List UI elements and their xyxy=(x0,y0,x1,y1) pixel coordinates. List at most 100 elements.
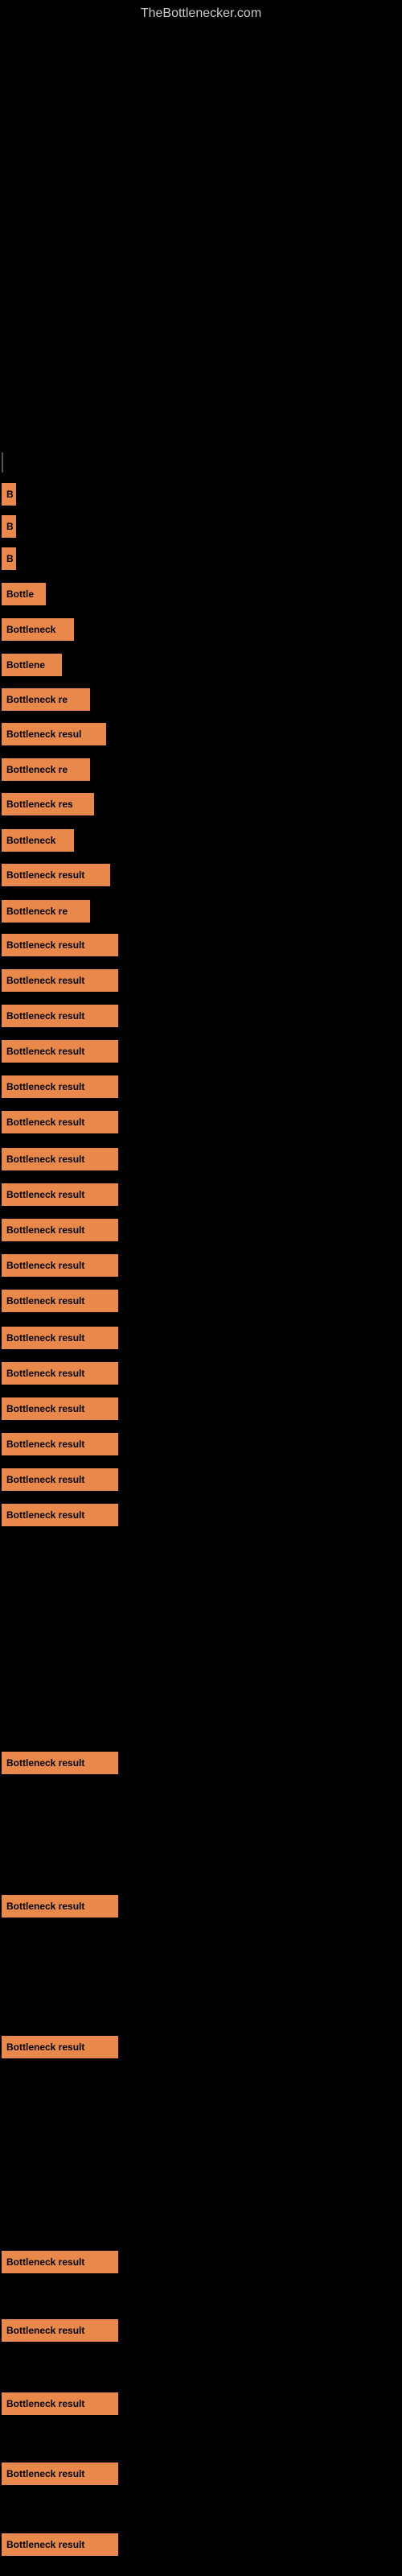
bottleneck-item-4: Bottle xyxy=(2,583,46,605)
bottleneck-bar-36: Bottleneck result xyxy=(2,2392,118,2415)
bottleneck-label-1: B xyxy=(6,489,14,500)
bottleneck-item-6: Bottlene xyxy=(2,654,62,676)
bottleneck-item-28: Bottleneck result xyxy=(2,1433,118,1455)
bottleneck-bar-30: Bottleneck result xyxy=(2,1504,118,1526)
bottleneck-bar-18: Bottleneck result xyxy=(2,1075,118,1098)
bottleneck-bar-16: Bottleneck result xyxy=(2,1005,118,1027)
bottleneck-bar-4: Bottle xyxy=(2,583,46,605)
bottleneck-label-17: Bottleneck result xyxy=(6,1046,84,1057)
bottleneck-item-20: Bottleneck result xyxy=(2,1148,118,1170)
bottleneck-bar-34: Bottleneck result xyxy=(2,2251,118,2273)
bottleneck-item-8: Bottleneck resul xyxy=(2,723,106,745)
bottleneck-label-12: Bottleneck result xyxy=(6,869,84,881)
bottleneck-item-14: Bottleneck result xyxy=(2,934,118,956)
bottleneck-label-3: B xyxy=(6,553,14,564)
bottleneck-item-29: Bottleneck result xyxy=(2,1468,118,1491)
bottleneck-label-30: Bottleneck result xyxy=(6,1509,84,1521)
bottleneck-item-12: Bottleneck result xyxy=(2,864,110,886)
left-line xyxy=(2,452,3,473)
bottleneck-item-26: Bottleneck result xyxy=(2,1362,118,1385)
bottleneck-bar-28: Bottleneck result xyxy=(2,1433,118,1455)
bottleneck-label-26: Bottleneck result xyxy=(6,1368,84,1379)
bottleneck-bar-26: Bottleneck result xyxy=(2,1362,118,1385)
bottleneck-item-7: Bottleneck re xyxy=(2,688,90,711)
bottleneck-label-19: Bottleneck result xyxy=(6,1117,84,1128)
bottleneck-label-6: Bottlene xyxy=(6,659,45,671)
bottleneck-item-30: Bottleneck result xyxy=(2,1504,118,1526)
bottleneck-bar-5: Bottleneck xyxy=(2,618,74,641)
bottleneck-bar-33: Bottleneck result xyxy=(2,2036,118,2058)
bottleneck-label-2: B xyxy=(6,521,14,532)
bottleneck-bar-22: Bottleneck result xyxy=(2,1219,118,1241)
bottleneck-label-4: Bottle xyxy=(6,588,34,600)
bottleneck-label-10: Bottleneck res xyxy=(6,799,73,810)
bottleneck-bar-6: Bottlene xyxy=(2,654,62,676)
bottleneck-bar-21: Bottleneck result xyxy=(2,1183,118,1206)
bottleneck-label-32: Bottleneck result xyxy=(6,1901,84,1912)
bottleneck-label-5: Bottleneck xyxy=(6,624,55,635)
bottleneck-item-2: B xyxy=(2,515,16,538)
bottleneck-label-38: Bottleneck result xyxy=(6,2539,84,2550)
bottleneck-bar-15: Bottleneck result xyxy=(2,969,118,992)
bottleneck-bar-20: Bottleneck result xyxy=(2,1148,118,1170)
bottleneck-item-27: Bottleneck result xyxy=(2,1397,118,1420)
bottleneck-label-13: Bottleneck re xyxy=(6,906,68,917)
bottleneck-bar-12: Bottleneck result xyxy=(2,864,110,886)
bottleneck-item-33: Bottleneck result xyxy=(2,2036,118,2058)
bottleneck-item-13: Bottleneck re xyxy=(2,900,90,923)
bottleneck-label-34: Bottleneck result xyxy=(6,2256,84,2268)
bottleneck-label-37: Bottleneck result xyxy=(6,2468,84,2479)
bottleneck-label-15: Bottleneck result xyxy=(6,975,84,986)
bottleneck-item-3: B xyxy=(2,547,16,570)
bottleneck-bar-8: Bottleneck resul xyxy=(2,723,106,745)
bottleneck-label-20: Bottleneck result xyxy=(6,1154,84,1165)
bottleneck-bar-13: Bottleneck re xyxy=(2,900,90,923)
bottleneck-bar-1: B xyxy=(2,483,16,506)
bottleneck-label-18: Bottleneck result xyxy=(6,1081,84,1092)
bottleneck-item-17: Bottleneck result xyxy=(2,1040,118,1063)
bottleneck-item-38: Bottleneck result xyxy=(2,2533,118,2556)
bottleneck-bar-29: Bottleneck result xyxy=(2,1468,118,1491)
bottleneck-label-9: Bottleneck re xyxy=(6,764,68,775)
bottleneck-label-16: Bottleneck result xyxy=(6,1010,84,1022)
bottleneck-label-33: Bottleneck result xyxy=(6,2041,84,2053)
bottleneck-item-1: B xyxy=(2,483,16,506)
bottleneck-bar-31: Bottleneck result xyxy=(2,1752,118,1774)
bottleneck-bar-38: Bottleneck result xyxy=(2,2533,118,2556)
bottleneck-bar-27: Bottleneck result xyxy=(2,1397,118,1420)
bottleneck-bar-23: Bottleneck result xyxy=(2,1254,118,1277)
bottleneck-bar-7: Bottleneck re xyxy=(2,688,90,711)
bottleneck-label-21: Bottleneck result xyxy=(6,1189,84,1200)
bottleneck-item-15: Bottleneck result xyxy=(2,969,118,992)
bottleneck-bar-14: Bottleneck result xyxy=(2,934,118,956)
bottleneck-bar-11: Bottleneck xyxy=(2,829,74,852)
bottleneck-bar-3: B xyxy=(2,547,16,570)
site-title: TheBottlenecker.com xyxy=(0,0,402,24)
bottleneck-label-23: Bottleneck result xyxy=(6,1260,84,1271)
bottleneck-item-5: Bottleneck xyxy=(2,618,74,641)
bottleneck-label-22: Bottleneck result xyxy=(6,1224,84,1236)
bottleneck-label-31: Bottleneck result xyxy=(6,1757,84,1769)
bottleneck-bar-19: Bottleneck result xyxy=(2,1111,118,1133)
bottleneck-label-14: Bottleneck result xyxy=(6,939,84,951)
bottleneck-label-8: Bottleneck resul xyxy=(6,729,81,740)
bottleneck-bar-17: Bottleneck result xyxy=(2,1040,118,1063)
bottleneck-label-24: Bottleneck result xyxy=(6,1295,84,1307)
bottleneck-item-24: Bottleneck result xyxy=(2,1290,118,1312)
bottleneck-item-25: Bottleneck result xyxy=(2,1327,118,1349)
bottleneck-item-21: Bottleneck result xyxy=(2,1183,118,1206)
bottleneck-label-27: Bottleneck result xyxy=(6,1403,84,1414)
bottleneck-item-18: Bottleneck result xyxy=(2,1075,118,1098)
bottleneck-bar-24: Bottleneck result xyxy=(2,1290,118,1312)
bottleneck-label-25: Bottleneck result xyxy=(6,1332,84,1344)
bottleneck-bar-9: Bottleneck re xyxy=(2,758,90,781)
bottleneck-label-36: Bottleneck result xyxy=(6,2398,84,2409)
bottleneck-bar-10: Bottleneck res xyxy=(2,793,94,815)
bottleneck-label-28: Bottleneck result xyxy=(6,1439,84,1450)
bottleneck-item-34: Bottleneck result xyxy=(2,2251,118,2273)
bottleneck-item-16: Bottleneck result xyxy=(2,1005,118,1027)
bottleneck-item-22: Bottleneck result xyxy=(2,1219,118,1241)
bottleneck-item-31: Bottleneck result xyxy=(2,1752,118,1774)
bottleneck-label-7: Bottleneck re xyxy=(6,694,68,705)
bottleneck-label-35: Bottleneck result xyxy=(6,2325,84,2336)
